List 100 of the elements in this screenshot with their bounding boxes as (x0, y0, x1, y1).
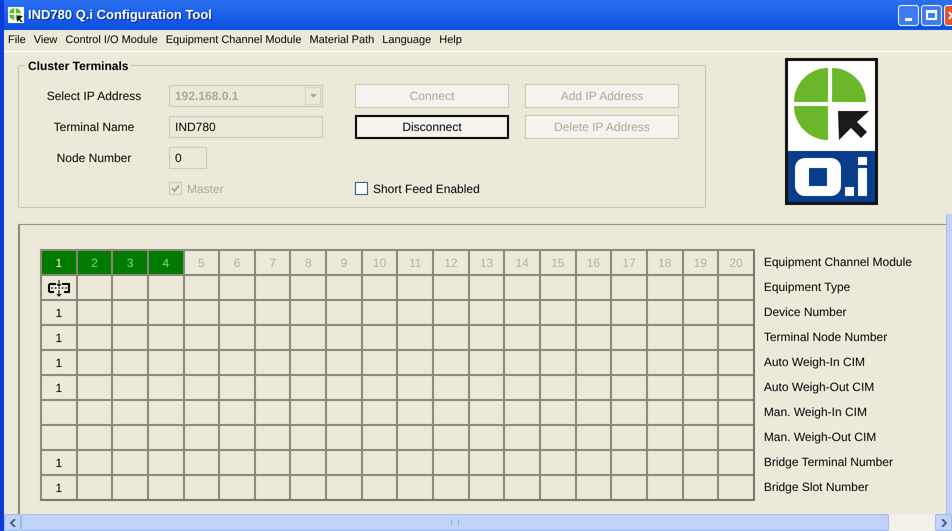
table-cell (610, 299, 646, 324)
menu-item[interactable]: Help (435, 32, 466, 49)
table-cell (218, 374, 254, 399)
table-cell (289, 324, 326, 349)
checkbox-label: Master (187, 180, 224, 198)
vertical-scrollbar[interactable] (946, 214, 952, 514)
table-cell (325, 299, 361, 324)
menu-item[interactable]: File (4, 32, 30, 49)
window-title: IND780 Q.i Configuration Tool (28, 6, 212, 24)
table-cell (396, 374, 432, 399)
table-cell (76, 449, 112, 474)
row-label: Bridge Slot Number (764, 478, 870, 496)
row-label: Man. Weigh-Out CIM (764, 428, 878, 446)
table-cell (111, 399, 147, 424)
table-cell: 1 (40, 324, 76, 349)
row-label: Bridge Terminal Number (764, 454, 894, 470)
table-cell (432, 449, 468, 474)
table-cell (76, 324, 112, 349)
table-cell (538, 349, 575, 374)
table-cell (146, 399, 183, 424)
table-cell (468, 424, 504, 449)
action-button[interactable]: Disconnect (355, 114, 509, 138)
table-cell (182, 349, 218, 374)
table-cell (254, 324, 290, 349)
table-cell (182, 274, 218, 299)
table-cell (289, 374, 326, 399)
table-cell (610, 399, 646, 424)
table-cell (325, 349, 361, 374)
table-cell (111, 424, 147, 449)
table-cell (503, 299, 539, 324)
equipment-icon (46, 278, 72, 296)
table-cell (538, 374, 575, 399)
table-cell (396, 324, 432, 349)
table-cell (503, 424, 539, 449)
row-label: Equipment Type (764, 278, 852, 296)
table-cell (40, 399, 76, 424)
row-label: Device Number (764, 304, 848, 320)
scroll-right-button[interactable] (935, 514, 952, 531)
table-cell (646, 374, 682, 399)
table-cell (717, 274, 753, 299)
menu-item[interactable]: Equipment Channel Module (162, 32, 306, 49)
table-cell (468, 299, 504, 324)
node-number-field[interactable]: 0 (169, 146, 207, 168)
field-label: Select IP Address (46, 88, 142, 104)
checkbox[interactable] (355, 182, 368, 195)
table-cell (503, 449, 539, 474)
table-cell (646, 324, 682, 349)
table-cell (717, 399, 753, 424)
table-cell (111, 349, 147, 374)
table-cell (396, 274, 432, 299)
table-cell (574, 449, 610, 474)
module-tab[interactable]: 4 (146, 249, 183, 274)
table-cell (325, 449, 361, 474)
table-cell (538, 449, 575, 474)
table-cell (76, 374, 112, 399)
table-cell (254, 299, 290, 324)
table-cell (610, 374, 646, 399)
table-cell (538, 424, 575, 449)
table-cell (76, 399, 112, 424)
table-cell (503, 349, 539, 374)
table-cell (610, 324, 646, 349)
table-cell (218, 424, 254, 449)
table-cell (325, 324, 361, 349)
table-cell (146, 324, 183, 349)
menu-item[interactable]: Control I/O Module (61, 32, 162, 49)
table-cell (360, 374, 396, 399)
table-cell (396, 424, 432, 449)
table-cell (111, 449, 147, 474)
menu-item[interactable]: Material Path (305, 32, 378, 49)
minimize-button[interactable] (898, 4, 919, 26)
menu-item[interactable]: View (30, 32, 62, 49)
app-icon (8, 7, 24, 23)
table-cell (610, 474, 646, 499)
table-cell (360, 399, 396, 424)
module-tab[interactable]: 2 (76, 249, 112, 274)
table-cell (218, 474, 254, 499)
scroll-left-button[interactable] (4, 514, 21, 531)
table-cell (682, 399, 718, 424)
table-cell (146, 474, 183, 499)
table-cell: 1 (40, 449, 76, 474)
table-cell (76, 349, 112, 374)
table-cell (610, 424, 646, 449)
maximize-button[interactable] (921, 4, 942, 26)
module-tab[interactable]: 3 (111, 249, 147, 274)
table-cell (503, 274, 539, 299)
module-tab[interactable]: 1 (40, 249, 76, 274)
table-cell (396, 474, 432, 499)
table-cell (538, 474, 575, 499)
table-cell: 1 (40, 374, 76, 399)
table-cell (289, 299, 326, 324)
table-cell (503, 399, 539, 424)
table-cell (574, 349, 610, 374)
table-cell (360, 424, 396, 449)
menu-item[interactable]: Language (378, 32, 436, 49)
table-cell (146, 374, 183, 399)
terminal-name-field[interactable]: IND780 (169, 116, 323, 138)
table-cell (574, 299, 610, 324)
table-cell (682, 274, 718, 299)
table-cell (432, 324, 468, 349)
table-cell (325, 374, 361, 399)
